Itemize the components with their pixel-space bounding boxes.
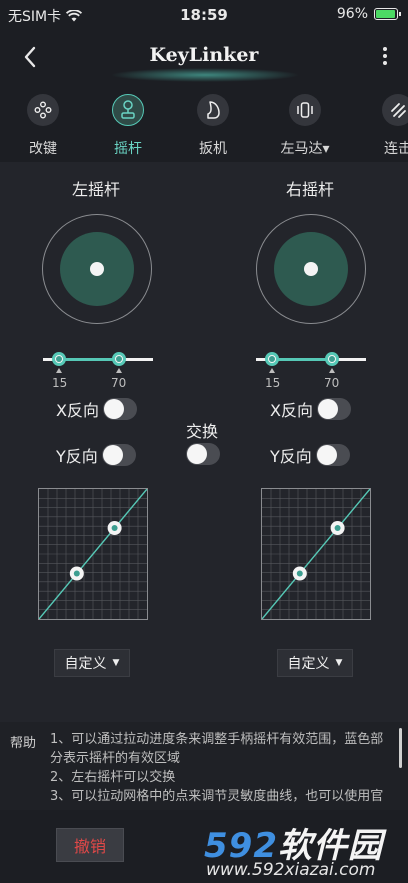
status-bar: 无SIM卡 18:59 96% [0,0,408,30]
slider-active-range [272,358,332,361]
right-curve-grid[interactable] [261,488,371,620]
help-line: 2、左右摇杆可以交换 [50,770,176,785]
select-value: 自定义 [287,656,330,672]
left-range-max-label: 70 [111,376,127,390]
left-range-max-handle[interactable] [112,352,126,366]
tab-bar: 改键 摇杆 扳机 左马达▾ 连击 [0,86,408,162]
toggle-knob [316,445,337,465]
watermark-url: www.592xiazai.com [206,860,376,880]
slider-active-range [59,358,119,361]
battery-percent: 96% [336,6,368,22]
tab-trigger[interactable]: 扳机 [183,94,243,158]
joystick-icon [112,94,144,126]
title-glow [110,68,300,82]
right-stick-range-slider[interactable] [256,352,366,366]
vibration-icon [289,94,321,126]
tab-remap[interactable]: 改键 [13,94,73,158]
toggle-knob [102,445,123,465]
tab-label: 摇杆 [114,141,142,157]
swap-label: 交换 [186,422,219,441]
left-y-invert-toggle[interactable] [101,444,136,466]
tab-label: 改键 [29,141,57,157]
more-dot-icon [383,47,387,51]
left-stick-deadzone-ring [42,214,152,324]
caret-down-icon: ▼ [112,658,120,668]
left-stick-title: 左摇杆 [71,180,120,199]
right-stick-active-area [274,232,348,306]
left-stick-active-area [60,232,134,306]
toggle-knob [187,444,207,464]
gamepad-buttons-icon [27,94,59,126]
right-y-invert-label: Y反向 [270,447,312,466]
left-curve-svg [38,488,148,620]
left-curve-grid[interactable] [38,488,148,620]
curve-control-point-center [73,570,80,577]
toggle-knob [317,399,338,419]
app-header: KeyLinker [0,30,408,86]
site-watermark: 592软件园 www.592xiazai.com [196,818,408,880]
trigger-icon [197,94,229,126]
joystick-settings-panel: 左摇杆 15 70 X反向 Y反向 交换 右摇杆 15 70 X反向 Y反向 自… [0,162,408,722]
tick-mark [116,368,122,373]
more-dot-icon [383,61,387,65]
right-stick-title: 右摇杆 [285,180,334,199]
bottom-bar: 撤销 592软件园 www.592xiazai.com [0,810,408,883]
status-right: 96% [336,6,401,22]
right-range-min-handle[interactable] [265,352,279,366]
tick-mark [269,368,275,373]
right-y-invert-row: Y反向 [270,443,350,467]
more-menu-button[interactable] [380,44,390,72]
tab-left-motor[interactable]: 左马达▾ [275,94,335,158]
tab-label: 左马达▾ [280,141,330,157]
right-stick-knob[interactable] [304,262,318,276]
curve-control-point-center [334,525,341,531]
right-curve-preset-select[interactable]: 自定义 ▼ [277,649,353,677]
left-stick-knob[interactable] [90,262,104,276]
page-title: KeyLinker [149,44,259,66]
curve-control-point-center [111,525,118,531]
left-x-invert-toggle[interactable] [102,398,137,420]
right-range-max-label: 70 [324,376,340,390]
select-value: 自定义 [64,656,107,672]
tab-label: 连击 [384,141,408,157]
right-y-invert-toggle[interactable] [315,444,350,466]
left-x-invert-label: X反向 [56,401,99,420]
swap-toggle[interactable] [186,443,220,465]
tab-joystick[interactable]: 摇杆 [98,94,158,158]
caret-down-icon: ▼ [335,658,343,668]
left-stick-range-slider[interactable] [43,352,153,366]
help-line: 3、可以拉动网格中的点来调节灵敏度曲线，也可以使用官 [50,789,384,804]
tick-mark [56,368,62,373]
undo-button[interactable]: 撤销 [56,828,124,862]
help-line: 1、可以通过拉动进度条来调整手柄摇杆有效范围，蓝色部分表示摇杆的有效区域 [50,732,384,766]
right-range-min-label: 15 [265,376,281,390]
right-x-invert-label: X反向 [270,401,313,420]
help-text: 1、可以通过拉动进度条来调整手柄摇杆有效范围，蓝色部分表示摇杆的有效区域 2、左… [50,730,390,806]
right-stick-deadzone-ring [256,214,366,324]
help-label: 帮助 [10,736,37,751]
left-x-invert-row: X反向 [56,397,137,421]
left-range-min-label: 15 [52,376,68,390]
left-y-invert-row: Y反向 [56,443,136,467]
right-range-max-handle[interactable] [325,352,339,366]
tab-turbo[interactable]: 连击 [368,94,408,158]
curve-control-point-center [296,570,303,577]
tick-mark [329,368,335,373]
right-curve-svg [261,488,371,620]
left-curve-preset-select[interactable]: 自定义 ▼ [54,649,130,677]
more-dot-icon [383,54,387,58]
battery-icon [374,8,401,20]
help-panel: 帮助 1、可以通过拉动进度条来调整手柄摇杆有效范围，蓝色部分表示摇杆的有效区域 … [0,722,408,810]
turbo-icon [382,94,408,126]
right-x-invert-toggle[interactable] [316,398,351,420]
toggle-knob [103,399,124,419]
left-y-invert-label: Y反向 [56,447,98,466]
right-x-invert-row: X反向 [270,397,351,421]
help-scrollbar[interactable] [399,728,402,768]
tab-label: 扳机 [199,141,227,157]
left-range-min-handle[interactable] [52,352,66,366]
